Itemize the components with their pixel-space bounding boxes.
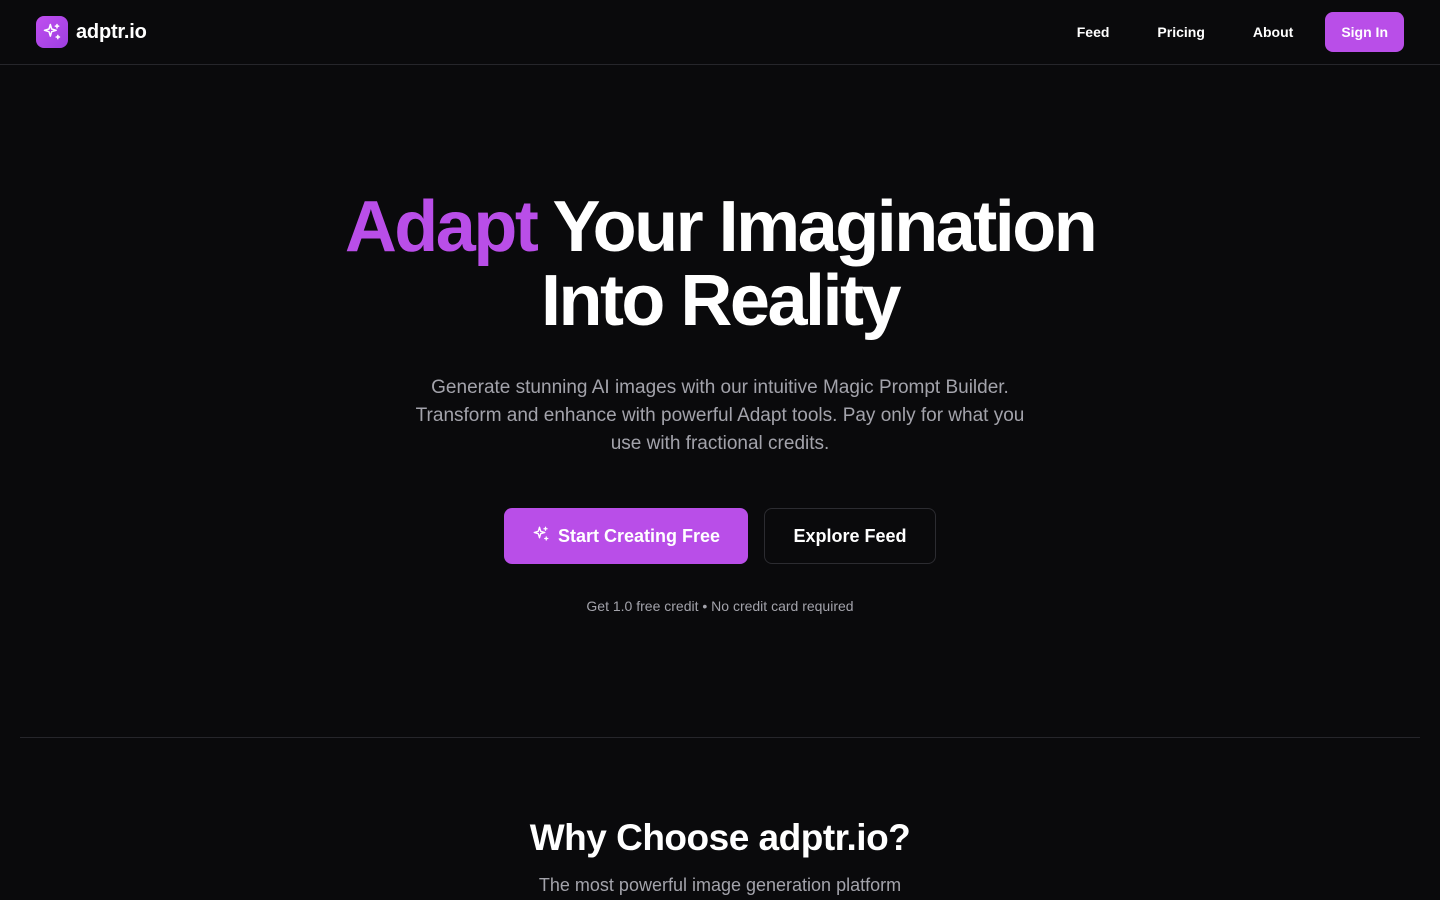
start-creating-button[interactable]: Start Creating Free xyxy=(504,508,748,564)
brand-logo-link[interactable]: adptr.io xyxy=(36,16,147,48)
hero-title-line1: Your Imagination xyxy=(552,187,1098,267)
hero-title: Adapt Your Imagination Into Reality xyxy=(0,190,1440,338)
hero-section: Adapt Your Imagination Into Reality Gene… xyxy=(0,190,1440,614)
section-divider xyxy=(20,737,1420,738)
nav-link-feed[interactable]: Feed xyxy=(1077,24,1110,40)
nav-link-pricing[interactable]: Pricing xyxy=(1157,24,1204,40)
free-credit-note: Get 1.0 free credit • No credit card req… xyxy=(586,598,854,614)
sparkles-icon xyxy=(36,16,68,48)
why-section: Why Choose adptr.io? The most powerful i… xyxy=(0,816,1440,896)
brand-name: adptr.io xyxy=(76,20,147,43)
why-title: Why Choose adptr.io? xyxy=(529,817,911,858)
nav-link-about[interactable]: About xyxy=(1253,24,1293,40)
explore-feed-button[interactable]: Explore Feed xyxy=(764,508,936,564)
sign-in-button[interactable]: Sign In xyxy=(1325,12,1404,52)
top-nav-bar: adptr.io Feed Pricing About Sign In xyxy=(0,0,1440,65)
main-nav: Feed Pricing About Sign In xyxy=(1077,12,1404,52)
cta-row: Start Creating Free Explore Feed xyxy=(0,508,1440,564)
hero-title-accent: Adapt xyxy=(344,187,539,267)
why-subtitle: The most powerful image generation platf… xyxy=(538,875,902,895)
sparkles-icon xyxy=(532,525,550,548)
hero-title-line2: Into Reality xyxy=(540,261,902,341)
hero-subtitle: Generate stunning AI images with our int… xyxy=(415,377,1025,454)
start-creating-label: Start Creating Free xyxy=(557,525,721,546)
